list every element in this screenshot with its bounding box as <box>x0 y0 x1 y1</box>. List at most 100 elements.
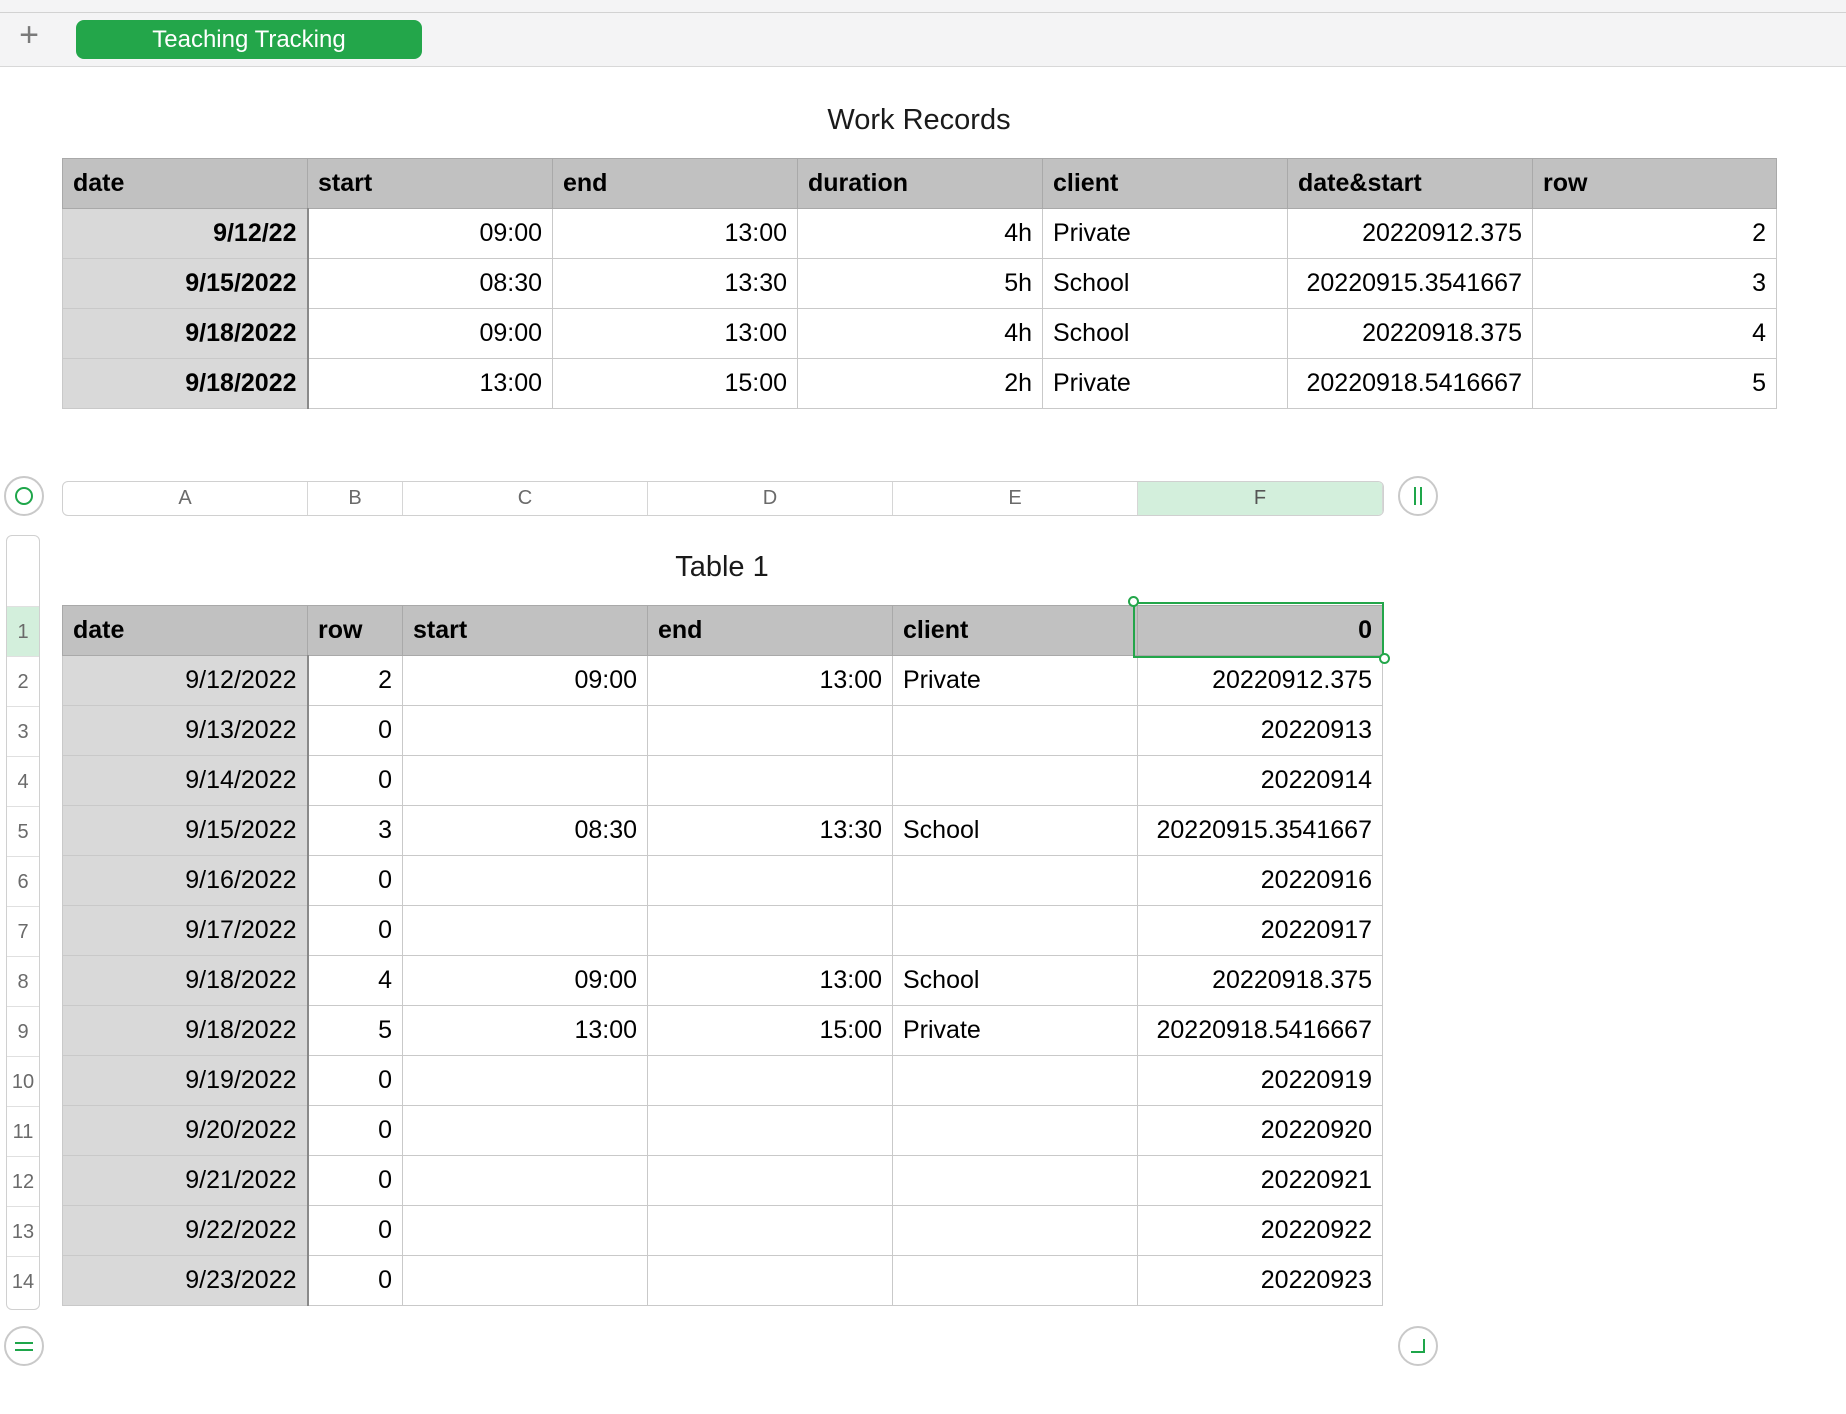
add-row-button[interactable] <box>4 1326 44 1366</box>
cell-start[interactable] <box>402 855 648 906</box>
cell-end[interactable]: 13:00 <box>647 955 893 1006</box>
cell-row[interactable]: 0 <box>307 1105 403 1156</box>
row-number-13[interactable]: 13 <box>7 1206 39 1256</box>
cell-date[interactable]: 9/18/2022 <box>62 1005 309 1056</box>
row-number-4[interactable]: 4 <box>7 756 39 806</box>
cell-date[interactable]: 9/13/2022 <box>62 705 309 756</box>
cell-row[interactable]: 0 <box>307 905 403 956</box>
cell-date[interactable]: 9/20/2022 <box>62 1105 309 1156</box>
cell-client[interactable]: School <box>892 805 1138 856</box>
cell-client[interactable] <box>892 1055 1138 1106</box>
header-cell-end[interactable]: end <box>552 158 798 209</box>
cell-row[interactable]: 5 <box>1532 358 1777 409</box>
cell-row[interactable]: 5 <box>307 1005 403 1056</box>
cell-row[interactable]: 0 <box>307 1205 403 1256</box>
row-number-7[interactable]: 7 <box>7 906 39 956</box>
cell-row[interactable]: 4 <box>307 955 403 1006</box>
column-letter-e[interactable]: E <box>893 482 1138 515</box>
cell-date[interactable]: 9/17/2022 <box>62 905 309 956</box>
cell-date[interactable]: 9/18/2022 <box>62 358 309 409</box>
cell-row[interactable]: 4 <box>1532 308 1777 359</box>
cell-date[interactable]: 9/18/2022 <box>62 308 309 359</box>
row-number-8[interactable]: 8 <box>7 956 39 1006</box>
cell-date[interactable]: 9/19/2022 <box>62 1055 309 1106</box>
cell-f[interactable]: 20220921 <box>1137 1155 1383 1206</box>
row-number-2[interactable]: 2 <box>7 656 39 706</box>
cell-start[interactable] <box>402 755 648 806</box>
cell-end[interactable] <box>647 1105 893 1156</box>
column-letter-f[interactable]: F <box>1138 482 1383 515</box>
row-number-9[interactable]: 9 <box>7 1006 39 1056</box>
cell-f[interactable]: 20220916 <box>1137 855 1383 906</box>
cell-client[interactable] <box>892 1255 1138 1306</box>
cell-end[interactable] <box>647 1055 893 1106</box>
cell-start[interactable] <box>402 1155 648 1206</box>
cell-date[interactable]: 9/16/2022 <box>62 855 309 906</box>
row-number-11[interactable]: 11 <box>7 1106 39 1156</box>
header-cell-start[interactable]: start <box>307 158 553 209</box>
cell-date[interactable]: 9/12/22 <box>62 208 309 259</box>
cell-end[interactable] <box>647 905 893 956</box>
column-letter-a[interactable]: A <box>63 482 308 515</box>
cell-date[interactable]: 9/18/2022 <box>62 955 309 1006</box>
selection-handle-bottom[interactable] <box>1379 653 1390 664</box>
cell-end[interactable] <box>647 855 893 906</box>
cell-duration[interactable]: 2h <box>797 358 1043 409</box>
row-number-12[interactable]: 12 <box>7 1156 39 1206</box>
cell-f[interactable]: 20220917 <box>1137 905 1383 956</box>
cell-date-start[interactable]: 20220918.375 <box>1287 308 1533 359</box>
cell-start[interactable]: 09:00 <box>307 308 553 359</box>
row-number-14[interactable]: 14 <box>7 1256 39 1306</box>
cell-start[interactable]: 08:30 <box>402 805 648 856</box>
cell-start[interactable]: 08:30 <box>307 258 553 309</box>
cell-client[interactable] <box>892 1105 1138 1156</box>
header-cell-date[interactable]: date <box>62 158 308 209</box>
cell-client[interactable] <box>892 705 1138 756</box>
cell-f[interactable]: 20220912.375 <box>1137 655 1383 706</box>
t1-header-row[interactable]: row <box>307 605 403 656</box>
cell-date[interactable]: 9/14/2022 <box>62 755 309 806</box>
row-number-10[interactable]: 10 <box>7 1056 39 1106</box>
cell-end[interactable]: 15:00 <box>552 358 798 409</box>
cell-end[interactable] <box>647 1155 893 1206</box>
cell-start[interactable]: 13:00 <box>307 358 553 409</box>
cell-f[interactable]: 20220919 <box>1137 1055 1383 1106</box>
header-cell-row[interactable]: row <box>1532 158 1777 209</box>
column-letter-c[interactable]: C <box>403 482 648 515</box>
header-cell-client[interactable]: client <box>1042 158 1288 209</box>
cell-start[interactable] <box>402 905 648 956</box>
cell-client[interactable] <box>892 905 1138 956</box>
row-number-5[interactable]: 5 <box>7 806 39 856</box>
t1-header-end[interactable]: end <box>647 605 893 656</box>
cell-row[interactable]: 3 <box>307 805 403 856</box>
sheet-tab-teaching-tracking[interactable]: Teaching Tracking <box>76 20 422 59</box>
cell-start[interactable] <box>402 1105 648 1156</box>
cell-end[interactable] <box>647 1205 893 1256</box>
cell-client[interactable] <box>892 855 1138 906</box>
cell-row[interactable]: 0 <box>307 1255 403 1306</box>
cell-start[interactable] <box>402 1205 648 1256</box>
cell-f[interactable]: 20220922 <box>1137 1205 1383 1256</box>
cell-end[interactable]: 15:00 <box>647 1005 893 1056</box>
cell-client[interactable]: School <box>892 955 1138 1006</box>
cell-date-start[interactable]: 20220918.5416667 <box>1287 358 1533 409</box>
cell-start[interactable]: 09:00 <box>402 955 648 1006</box>
cell-date[interactable]: 9/23/2022 <box>62 1255 309 1306</box>
t1-header-client[interactable]: client <box>892 605 1138 656</box>
cell-row[interactable]: 3 <box>1532 258 1777 309</box>
cell-f[interactable]: 20220923 <box>1137 1255 1383 1306</box>
cell-end[interactable] <box>647 755 893 806</box>
cell-start[interactable] <box>402 705 648 756</box>
cell-f[interactable]: 20220915.3541667 <box>1137 805 1383 856</box>
cell-end[interactable] <box>647 705 893 756</box>
t1-header-date[interactable]: date <box>62 605 308 656</box>
cell-client[interactable]: School <box>1042 258 1288 309</box>
column-letter-b[interactable]: B <box>308 482 403 515</box>
cell-row[interactable]: 0 <box>307 1055 403 1106</box>
add-sheet-button[interactable]: + <box>14 18 44 52</box>
cell-f[interactable]: 20220913 <box>1137 705 1383 756</box>
cell-end[interactable]: 13:00 <box>647 655 893 706</box>
add-column-button[interactable] <box>1398 476 1438 516</box>
cell-client[interactable]: Private <box>892 1005 1138 1056</box>
cell-date[interactable]: 9/12/2022 <box>62 655 309 706</box>
